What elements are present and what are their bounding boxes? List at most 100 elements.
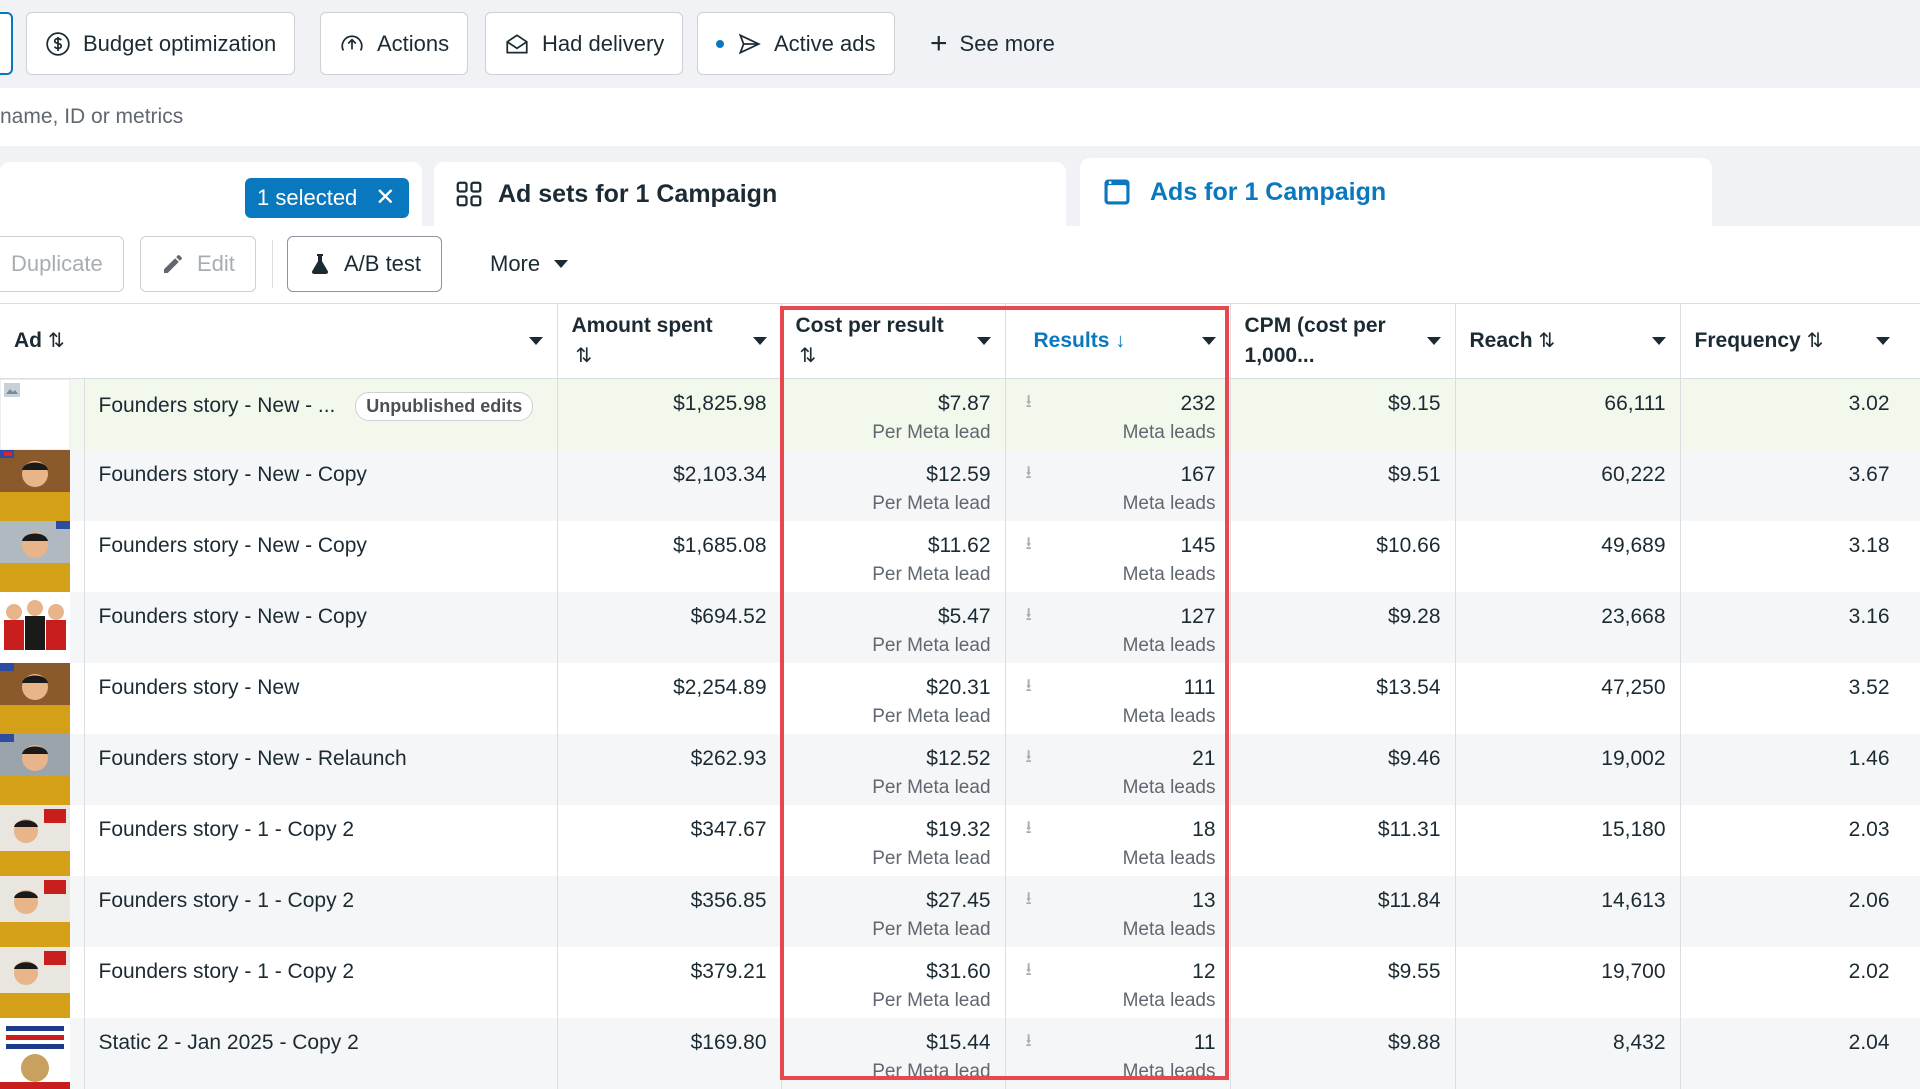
- unpublished-edits-badge[interactable]: Unpublished edits: [355, 391, 534, 421]
- column-menu-icon[interactable]: [1651, 336, 1666, 345]
- tab-ads[interactable]: Ads for 1 Campaign: [1080, 158, 1712, 226]
- frequency-value: 1.46: [1848, 746, 1890, 770]
- see-more-button[interactable]: + See more: [930, 12, 1055, 75]
- sort-icon[interactable]: ⇅: [576, 345, 593, 367]
- close-icon[interactable]: ✕: [375, 186, 395, 210]
- cost-per-result-cell: $7.87 Per Meta lead: [781, 378, 1006, 450]
- download-icon[interactable]: ⭳: [1026, 460, 1032, 490]
- ab-test-label: A/B test: [344, 251, 422, 276]
- ad-name[interactable]: Founders story - 1 - Copy 2: [99, 889, 355, 913]
- filter-active-ads[interactable]: Active ads: [697, 12, 895, 75]
- ad-name[interactable]: Founders story - New - Copy: [99, 463, 367, 487]
- download-icon[interactable]: ⭳: [1026, 389, 1032, 419]
- results-value: 145: [1180, 533, 1216, 557]
- ad-name[interactable]: Static 2 - Jan 2025 - Copy 2: [99, 1031, 359, 1055]
- see-more-label: See more: [959, 30, 1055, 56]
- table-row[interactable]: Founders story - 1 - Copy 2 $356.85 $27.…: [0, 875, 1920, 947]
- filter-actions[interactable]: Actions: [320, 12, 469, 75]
- table-row[interactable]: Static 2 - Jan 2025 - Copy 2 $169.80 $15…: [0, 1017, 1920, 1089]
- cost-per-result-cell: $27.45 Per Meta lead: [781, 875, 1006, 947]
- download-icon[interactable]: ⭳: [1026, 531, 1032, 561]
- search-input[interactable]: [0, 105, 600, 129]
- ad-name[interactable]: Founders story - New - Relaunch: [99, 747, 407, 771]
- sort-desc-icon[interactable]: ↓: [1115, 330, 1125, 352]
- selected-chip[interactable]: 1 selected ✕: [245, 178, 410, 218]
- table-row[interactable]: Founders story - New $2,254.89 $20.31 Per…: [0, 662, 1920, 734]
- table-row[interactable]: Founders story - New - Copy $694.52 $5.4…: [0, 591, 1920, 663]
- column-menu-icon[interactable]: [528, 336, 543, 345]
- ad-thumbnail[interactable]: [0, 1017, 70, 1089]
- column-menu-icon[interactable]: [1875, 336, 1890, 345]
- ad-name-cell[interactable]: Founders story - New - ... Unpublished e…: [84, 378, 558, 450]
- filter-budget-optimization[interactable]: Budget optimization: [26, 12, 296, 75]
- ad-name-cell[interactable]: Founders story - New - Copy: [84, 591, 558, 663]
- ad-thumbnail[interactable]: [0, 733, 70, 805]
- table-row[interactable]: Founders story - New - Copy $2,103.34 $1…: [0, 449, 1920, 521]
- ad-thumbnail[interactable]: [0, 378, 70, 450]
- ad-name-cell[interactable]: Founders story - 1 - Copy 2: [84, 875, 558, 947]
- column-menu-icon[interactable]: [1201, 336, 1216, 345]
- cpm-value: $9.46: [1387, 746, 1441, 770]
- col-header-reach[interactable]: Reach ⇅: [1455, 304, 1681, 379]
- download-icon[interactable]: ⭳: [1026, 957, 1032, 987]
- cost-per-result-cell: $12.59 Per Meta lead: [781, 449, 1006, 521]
- col-header-frequency[interactable]: Frequency ⇅: [1680, 304, 1920, 379]
- download-icon[interactable]: ⭳: [1026, 744, 1032, 774]
- col-header-amount-spent[interactable]: Amount spent ⇅: [557, 304, 782, 379]
- col-header-cost-per-result[interactable]: Cost per result ⇅: [781, 304, 1006, 379]
- table-row[interactable]: Founders story - New - ... Unpublished e…: [0, 378, 1920, 450]
- ad-name[interactable]: Founders story - New: [99, 676, 300, 700]
- ad-name-cell[interactable]: Static 2 - Jan 2025 - Copy 2: [84, 1017, 558, 1089]
- download-icon[interactable]: ⭳: [1026, 815, 1032, 845]
- ad-name-cell[interactable]: Founders story - New - Copy: [84, 449, 558, 521]
- ad-name[interactable]: Founders story - New - Copy: [99, 534, 367, 558]
- ad-thumbnail[interactable]: [0, 662, 70, 734]
- ad-thumbnail[interactable]: [0, 946, 70, 1018]
- ad-thumbnail[interactable]: [0, 449, 70, 521]
- frequency-cell: 3.52: [1680, 662, 1920, 734]
- table-row[interactable]: Founders story - New - Relaunch $262.93 …: [0, 733, 1920, 805]
- duplicate-button[interactable]: Duplicate: [0, 236, 124, 292]
- ad-thumbnail[interactable]: [0, 875, 70, 947]
- sort-icon[interactable]: ⇅: [48, 330, 65, 352]
- filter-had-delivery[interactable]: Had delivery: [485, 12, 684, 75]
- table-row[interactable]: Founders story - 1 - Copy 2 $379.21 $31.…: [0, 946, 1920, 1018]
- column-menu-icon[interactable]: [752, 336, 767, 345]
- download-icon[interactable]: ⭳: [1026, 1028, 1032, 1058]
- sort-icon[interactable]: ⇅: [1807, 330, 1824, 352]
- col-header-ad[interactable]: Ad ⇅: [0, 304, 558, 379]
- table-row[interactable]: Founders story - New - Copy $1,685.08 $1…: [0, 520, 1920, 592]
- frequency-value: 2.04: [1848, 1030, 1890, 1054]
- ad-thumbnail[interactable]: [0, 591, 70, 663]
- download-icon[interactable]: ⭳: [1026, 602, 1032, 632]
- ad-name-cell[interactable]: Founders story - 1 - Copy 2: [84, 804, 558, 876]
- tab-ads-label: Ads for 1 Campaign: [1150, 177, 1387, 206]
- filter-label: Budget optimization: [83, 30, 277, 56]
- edit-button[interactable]: Edit: [140, 236, 256, 292]
- ad-name[interactable]: Founders story - 1 - Copy 2: [99, 960, 355, 984]
- column-menu-icon[interactable]: [976, 336, 991, 345]
- column-menu-icon[interactable]: [1426, 336, 1441, 345]
- col-header-cpm[interactable]: CPM (cost per 1,000...: [1230, 304, 1456, 379]
- sort-icon[interactable]: ⇅: [1539, 330, 1556, 352]
- ad-name[interactable]: Founders story - New - Copy: [99, 605, 367, 629]
- ad-name[interactable]: Founders story - 1 - Copy 2: [99, 818, 355, 842]
- col-header-results[interactable]: Results ↓: [1005, 304, 1231, 379]
- results-cell: ⭳ 167 Meta leads: [1005, 449, 1231, 521]
- ad-name[interactable]: Founders story - New - ...: [99, 394, 336, 418]
- tab-campaigns[interactable]: 1 selected ✕: [0, 162, 422, 226]
- ad-name-cell[interactable]: Founders story - New - Copy: [84, 520, 558, 592]
- sort-icon[interactable]: ⇅: [800, 345, 817, 367]
- filter-pill-partial[interactable]: [0, 12, 13, 75]
- ad-name-cell[interactable]: Founders story - 1 - Copy 2: [84, 946, 558, 1018]
- tab-adsets[interactable]: Ad sets for 1 Campaign: [434, 162, 1066, 226]
- ad-name-cell[interactable]: Founders story - New: [84, 662, 558, 734]
- download-icon[interactable]: ⭳: [1026, 886, 1032, 916]
- table-row[interactable]: Founders story - 1 - Copy 2 $347.67 $19.…: [0, 804, 1920, 876]
- ad-thumbnail[interactable]: [0, 520, 70, 592]
- ab-test-button[interactable]: A/B test: [287, 236, 443, 292]
- more-dropdown[interactable]: More: [472, 236, 586, 292]
- ad-thumbnail[interactable]: [0, 804, 70, 876]
- download-icon[interactable]: ⭳: [1026, 673, 1032, 703]
- ad-name-cell[interactable]: Founders story - New - Relaunch: [84, 733, 558, 805]
